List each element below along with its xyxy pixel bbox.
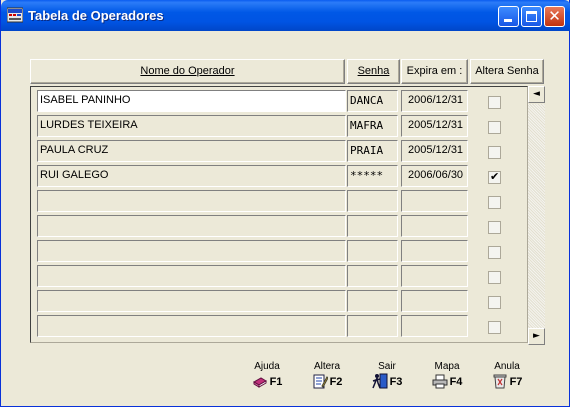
operator-name-cell[interactable]: LURDES TEIXEIRA bbox=[37, 115, 346, 137]
header-senha-label: Senha bbox=[357, 65, 390, 77]
header-altera-senha[interactable]: Altera Senha bbox=[470, 59, 544, 84]
scroll-down-button[interactable]: ► bbox=[528, 328, 545, 345]
change-password-checkbox[interactable] bbox=[488, 296, 501, 309]
header-nome-label: Nome do Operador bbox=[140, 65, 235, 77]
expiry-date-cell[interactable]: 2005/12/31 bbox=[401, 140, 468, 162]
password-cell[interactable] bbox=[347, 190, 398, 212]
password-cell[interactable]: ***** bbox=[347, 165, 398, 187]
expiry-date-cell[interactable] bbox=[401, 265, 468, 287]
expiry-date-cell[interactable] bbox=[401, 315, 468, 337]
scroll-left-icon: ◄ bbox=[533, 89, 540, 99]
change-password-checkbox[interactable] bbox=[488, 121, 501, 134]
fkey-ajuda-label: Ajuda bbox=[254, 361, 280, 372]
password-cell[interactable] bbox=[347, 240, 398, 262]
header-expira-label: Expira em : bbox=[406, 65, 463, 77]
fkey-mapa[interactable]: Mapa F4 bbox=[419, 361, 475, 389]
check-mark-icon: ✔ bbox=[490, 170, 500, 183]
password-cell[interactable] bbox=[347, 265, 398, 287]
operator-name-cell[interactable]: RUI GALEGO bbox=[37, 165, 346, 187]
operator-name-cell[interactable] bbox=[37, 190, 346, 212]
change-password-checkbox[interactable] bbox=[488, 196, 501, 209]
help-book-icon bbox=[252, 373, 268, 389]
trash-bin-icon bbox=[492, 373, 508, 389]
scroll-right-icon: ► bbox=[533, 331, 540, 341]
expiry-date-cell[interactable]: 2005/12/31 bbox=[401, 115, 468, 137]
header-altera-label: Altera Senha bbox=[475, 65, 539, 77]
fkey-altera-label: Altera bbox=[313, 361, 341, 372]
operator-name-cell[interactable] bbox=[37, 215, 346, 237]
fkey-ajuda-key: F1 bbox=[269, 376, 283, 388]
header-nome-operador[interactable]: Nome do Operador bbox=[30, 59, 345, 84]
operator-name-cell[interactable] bbox=[37, 265, 346, 287]
expiry-date-cell[interactable] bbox=[401, 190, 468, 212]
minimize-button[interactable] bbox=[498, 6, 519, 27]
expiry-date-cell[interactable]: 2006/12/31 bbox=[401, 90, 468, 112]
expiry-date-cell[interactable] bbox=[401, 215, 468, 237]
change-password-checkbox[interactable]: ✔ bbox=[488, 170, 501, 184]
fkey-anula-key: F7 bbox=[509, 376, 523, 388]
change-password-checkbox[interactable] bbox=[488, 246, 501, 259]
change-password-checkbox[interactable] bbox=[488, 321, 501, 334]
fkey-sair-label: Sair bbox=[378, 361, 396, 372]
scroll-up-button[interactable]: ◄ bbox=[528, 86, 545, 103]
operator-name-cell[interactable]: PAULA CRUZ bbox=[37, 140, 346, 162]
change-password-checkbox[interactable] bbox=[488, 96, 501, 109]
header-expira[interactable]: Expira em : bbox=[401, 59, 468, 84]
title-bar[interactable]: Tabela de Operadores ✕ bbox=[1, 0, 570, 31]
fkey-altera[interactable]: Altera F2 bbox=[299, 361, 355, 389]
scroll-track[interactable] bbox=[528, 104, 545, 328]
change-password-checkbox[interactable] bbox=[488, 221, 501, 234]
operator-name-cell[interactable] bbox=[37, 290, 346, 312]
fkey-mapa-key: F4 bbox=[449, 376, 463, 388]
expiry-date-cell[interactable] bbox=[401, 240, 468, 262]
expiry-date-cell[interactable]: 2006/06/30 bbox=[401, 165, 468, 187]
close-icon: ✕ bbox=[548, 7, 561, 25]
maximize-icon bbox=[526, 11, 537, 22]
password-cell[interactable] bbox=[347, 315, 398, 337]
operators-window: Tabela de Operadores ✕ Nome do Operador … bbox=[0, 0, 570, 407]
operators-grid: ISABEL PANINHO DANCA 2006/12/31 LURDES TEIX… bbox=[30, 86, 528, 343]
fkey-altera-key: F2 bbox=[329, 376, 343, 388]
window-title: Tabela de Operadores bbox=[28, 8, 164, 23]
close-button[interactable]: ✕ bbox=[544, 6, 565, 27]
exit-door-icon bbox=[371, 373, 388, 389]
password-cell[interactable]: MAFRA bbox=[347, 115, 398, 137]
fkey-mapa-label: Mapa bbox=[434, 361, 460, 372]
change-password-checkbox[interactable] bbox=[488, 271, 501, 284]
app-icon bbox=[7, 7, 23, 23]
fkey-sair-key: F3 bbox=[389, 376, 403, 388]
fkey-sair[interactable]: Sair F3 bbox=[359, 361, 415, 389]
fkey-anula[interactable]: Anula F7 bbox=[479, 361, 535, 389]
password-cell[interactable]: PRAIA bbox=[347, 140, 398, 162]
maximize-button[interactable] bbox=[521, 6, 542, 27]
operator-name-cell[interactable] bbox=[37, 240, 346, 262]
edit-document-icon bbox=[312, 373, 329, 389]
printer-icon bbox=[432, 373, 448, 389]
password-cell[interactable] bbox=[347, 290, 398, 312]
fkey-anula-label: Anula bbox=[494, 361, 520, 372]
password-cell[interactable]: DANCA bbox=[347, 90, 398, 112]
minimize-icon bbox=[504, 19, 512, 22]
header-senha[interactable]: Senha bbox=[347, 59, 400, 84]
fkey-ajuda[interactable]: Ajuda F1 bbox=[239, 361, 295, 389]
operator-name-cell[interactable] bbox=[37, 315, 346, 337]
change-password-checkbox[interactable] bbox=[488, 146, 501, 159]
password-cell[interactable] bbox=[347, 215, 398, 237]
operator-name-cell[interactable]: ISABEL PANINHO bbox=[37, 90, 346, 112]
expiry-date-cell[interactable] bbox=[401, 290, 468, 312]
